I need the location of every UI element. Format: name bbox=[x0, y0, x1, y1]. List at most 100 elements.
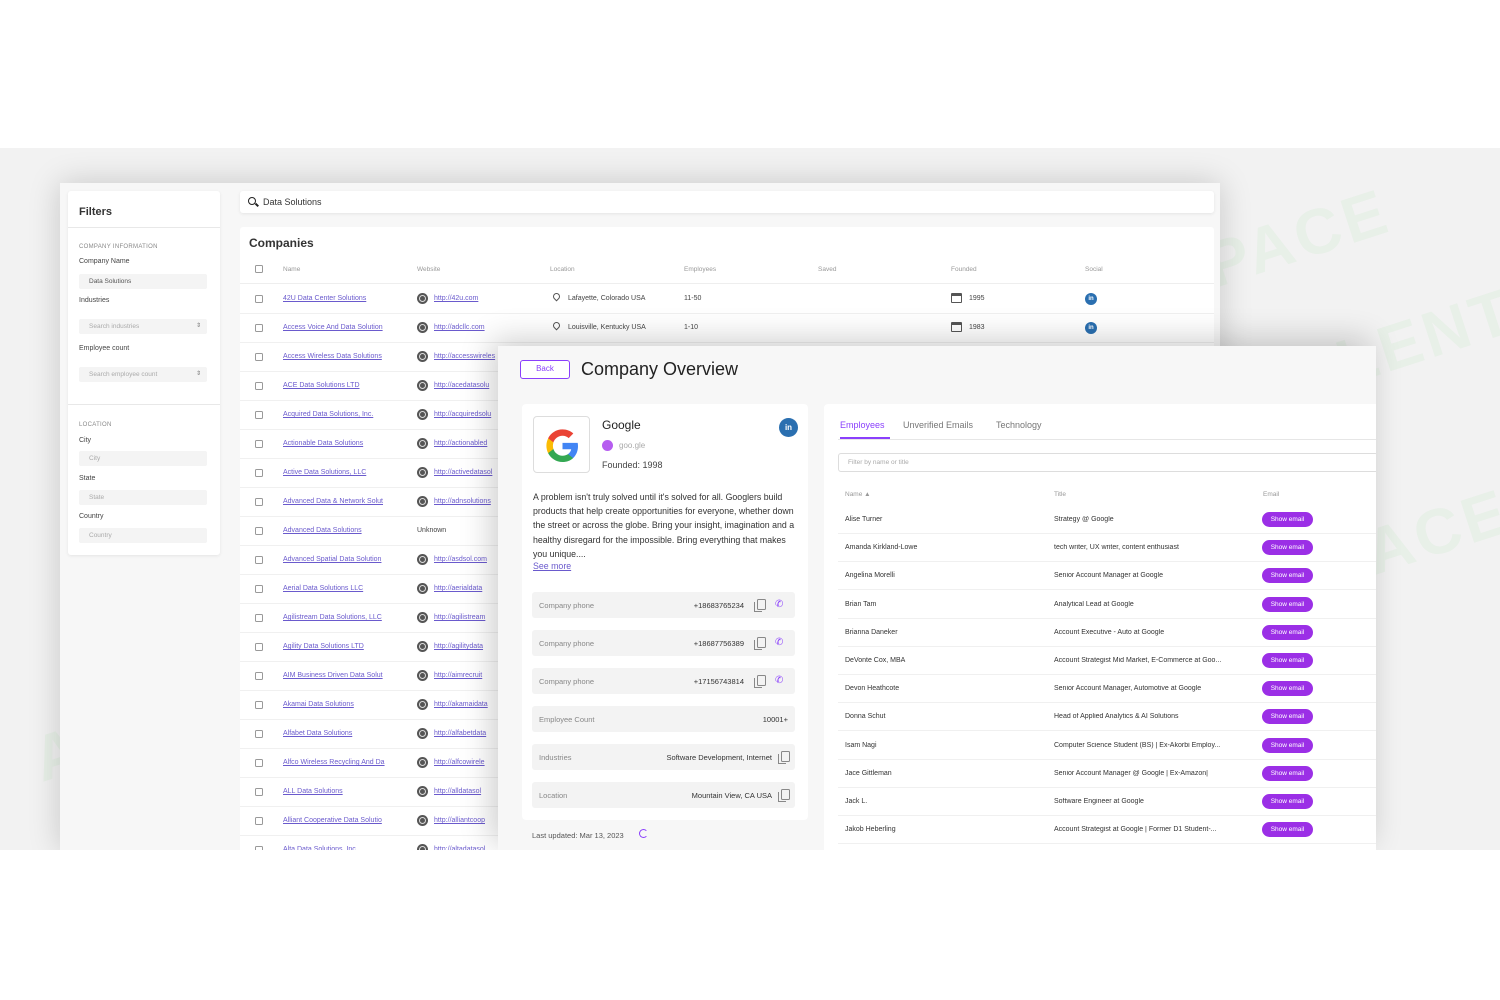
show-email-button[interactable]: Show email bbox=[1262, 540, 1313, 556]
company-domain[interactable]: goo.gle bbox=[619, 441, 645, 450]
company-website-link[interactable]: http://agilistream bbox=[434, 614, 485, 621]
company-website-link[interactable]: http://aerialdata bbox=[434, 585, 482, 592]
company-name-link[interactable]: Active Data Solutions, LLC bbox=[283, 469, 366, 476]
company-name-link[interactable]: AIM Business Driven Data Solut bbox=[283, 672, 383, 679]
linkedin-icon[interactable]: in bbox=[1085, 293, 1097, 305]
row-checkbox[interactable] bbox=[255, 585, 263, 593]
show-email-button[interactable]: Show email bbox=[1262, 765, 1313, 781]
back-button[interactable]: Back bbox=[520, 360, 570, 379]
row-checkbox[interactable] bbox=[255, 759, 263, 767]
row-checkbox[interactable] bbox=[255, 788, 263, 796]
column-header-employees[interactable]: Employees bbox=[684, 266, 716, 273]
company-website-link[interactable]: http://alliantcoop bbox=[434, 817, 485, 824]
company-website-link[interactable]: http://activedatasol bbox=[434, 469, 492, 476]
company-website-link[interactable]: http://accesswireles bbox=[434, 353, 495, 360]
company-website-link[interactable]: http://42u.com bbox=[434, 295, 478, 302]
table-row[interactable]: 42U Data Center Solutions http://42u.com L… bbox=[240, 285, 1214, 314]
company-website-link[interactable]: http://actionabled bbox=[434, 440, 487, 447]
phone-icon[interactable]: ✆ bbox=[775, 637, 783, 648]
tab-unverified-emails[interactable]: Unverified Emails bbox=[903, 420, 973, 430]
tab-technology[interactable]: Technology bbox=[996, 420, 1042, 430]
company-website-link[interactable]: http://alfcowirele bbox=[434, 759, 485, 766]
row-checkbox[interactable] bbox=[255, 469, 263, 477]
show-email-button[interactable]: Show email bbox=[1262, 568, 1313, 584]
row-checkbox[interactable] bbox=[255, 672, 263, 680]
show-email-button[interactable]: Show email bbox=[1262, 681, 1313, 697]
company-website-link[interactable]: http://aimrecruit bbox=[434, 672, 482, 679]
row-checkbox[interactable] bbox=[255, 556, 263, 564]
company-name-link[interactable]: Advanced Spatial Data Solution bbox=[283, 556, 381, 563]
company-name-link[interactable]: Actionable Data Solutions bbox=[283, 440, 363, 447]
row-checkbox[interactable] bbox=[255, 324, 263, 332]
row-checkbox[interactable] bbox=[255, 411, 263, 419]
show-email-button[interactable]: Show email bbox=[1262, 794, 1313, 809]
row-checkbox[interactable] bbox=[255, 527, 263, 535]
city-input[interactable]: City bbox=[79, 451, 207, 466]
row-checkbox[interactable] bbox=[255, 846, 263, 850]
company-name-link[interactable]: Alfco Wireless Recycling And Da bbox=[283, 759, 385, 766]
company-name-link[interactable]: ALL Data Solutions bbox=[283, 788, 343, 795]
company-name-link[interactable]: Agility Data Solutions LTD bbox=[283, 643, 364, 650]
company-website-link[interactable]: http://acquiredsolu bbox=[434, 411, 491, 418]
refresh-icon[interactable] bbox=[639, 829, 648, 838]
show-email-button[interactable]: Show email bbox=[1262, 653, 1313, 668]
column-header-name[interactable]: Name bbox=[283, 266, 300, 273]
copy-icon[interactable] bbox=[754, 637, 766, 650]
see-more-link[interactable]: See more bbox=[533, 561, 571, 571]
company-name-link[interactable]: Alliant Cooperative Data Solutio bbox=[283, 817, 382, 824]
company-name-link[interactable]: Access Wireless Data Solutions bbox=[283, 353, 382, 360]
company-name-link[interactable]: Alta Data Solutions, Inc. bbox=[283, 846, 358, 850]
company-name-link[interactable]: Alfabet Data Solutions bbox=[283, 730, 352, 737]
phone-icon[interactable]: ✆ bbox=[775, 599, 783, 610]
company-name-link[interactable]: Advanced Data & Network Solut bbox=[283, 498, 383, 505]
column-header-title[interactable]: Title bbox=[1054, 491, 1066, 498]
state-input[interactable]: State bbox=[79, 490, 207, 505]
row-checkbox[interactable] bbox=[255, 382, 263, 390]
employee-filter-input[interactable]: Filter by name or title bbox=[838, 453, 1376, 472]
company-name-link[interactable]: Advanced Data Solutions bbox=[283, 527, 362, 534]
show-email-button[interactable]: Show email bbox=[1262, 624, 1313, 640]
industries-select[interactable]: Search industries ⇕ bbox=[79, 319, 207, 334]
company-search-bar[interactable]: Data Solutions bbox=[240, 191, 1214, 213]
company-website-link[interactable]: http://adnsolutions bbox=[434, 498, 491, 505]
row-checkbox[interactable] bbox=[255, 817, 263, 825]
company-website-link[interactable]: http://adcllc.com bbox=[434, 324, 485, 331]
copy-icon[interactable] bbox=[754, 675, 766, 688]
tab-employees[interactable]: Employees bbox=[840, 420, 885, 430]
column-header-social[interactable]: Social bbox=[1085, 266, 1103, 273]
row-checkbox[interactable] bbox=[255, 701, 263, 709]
copy-icon[interactable] bbox=[778, 789, 790, 802]
select-all-checkbox[interactable] bbox=[255, 265, 263, 273]
company-name-link[interactable]: Acquired Data Solutions, Inc. bbox=[283, 411, 373, 418]
search-input[interactable]: Data Solutions bbox=[263, 197, 322, 207]
column-header-location[interactable]: Location bbox=[550, 266, 575, 273]
company-website-link[interactable]: http://akamaidata bbox=[434, 701, 488, 708]
copy-icon[interactable] bbox=[754, 599, 766, 612]
company-website-link[interactable]: http://alldatasol bbox=[434, 788, 481, 795]
column-header-saved[interactable]: Saved bbox=[818, 266, 836, 273]
phone-icon[interactable]: ✆ bbox=[775, 675, 783, 686]
show-email-button[interactable]: Show email bbox=[1262, 512, 1313, 527]
show-email-button[interactable]: Show email bbox=[1262, 709, 1313, 725]
row-checkbox[interactable] bbox=[255, 498, 263, 506]
company-name-link[interactable]: Akamai Data Solutions bbox=[283, 701, 354, 708]
company-name-link[interactable]: 42U Data Center Solutions bbox=[283, 295, 366, 302]
column-header-website[interactable]: Website bbox=[417, 266, 440, 273]
row-checkbox[interactable] bbox=[255, 353, 263, 361]
copy-icon[interactable] bbox=[778, 751, 790, 764]
company-website-link[interactable]: http://asdsol.com bbox=[434, 556, 487, 563]
company-website-link[interactable]: http://acedatasolu bbox=[434, 382, 489, 389]
row-checkbox[interactable] bbox=[255, 614, 263, 622]
company-website-link[interactable]: http://agilitydata bbox=[434, 643, 483, 650]
company-website-link[interactable]: http://altadatasol bbox=[434, 846, 485, 850]
column-header-founded[interactable]: Founded bbox=[951, 266, 977, 273]
column-header-email[interactable]: Email bbox=[1263, 491, 1279, 498]
show-email-button[interactable]: Show email bbox=[1262, 596, 1313, 612]
company-name-link[interactable]: Access Voice And Data Solution bbox=[283, 324, 383, 331]
company-website-link[interactable]: http://alfabetdata bbox=[434, 730, 486, 737]
company-name-input[interactable]: Data Solutions bbox=[79, 274, 207, 289]
show-email-button[interactable]: Show email bbox=[1262, 822, 1313, 838]
country-input[interactable]: Country bbox=[79, 528, 207, 543]
show-email-button[interactable]: Show email bbox=[1262, 737, 1313, 753]
table-row[interactable]: Access Voice And Data Solution http://adc… bbox=[240, 314, 1214, 343]
